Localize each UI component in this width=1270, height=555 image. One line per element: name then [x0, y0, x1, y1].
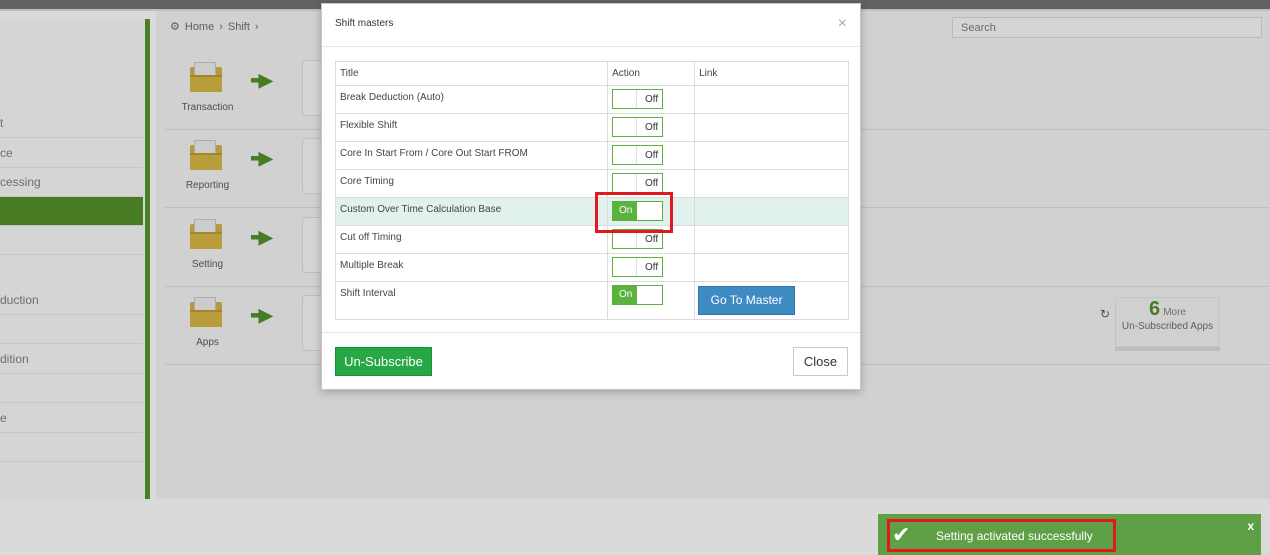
table-header-row: Title Action Link [336, 62, 848, 86]
row-link [694, 225, 848, 254]
toggle-switch[interactable]: Off [612, 256, 664, 277]
row-title: Custom Over Time Calculation Base [336, 197, 609, 226]
toggle-switch[interactable]: Off [612, 88, 664, 109]
toggle-state: Off [644, 177, 659, 189]
settings-table: Title Action Link Break Deduction (Auto)… [335, 61, 849, 320]
toggle-state: Off [644, 121, 659, 133]
row-link [694, 85, 848, 114]
highlight-box-toggle [595, 192, 673, 233]
table-row: Flexible Shift Off [336, 113, 848, 142]
row-title: Cut off Timing [336, 225, 609, 254]
table-row: Cut off Timing Off [336, 225, 848, 254]
close-icon[interactable]: × [838, 15, 847, 33]
go-to-master-button[interactable]: Go To Master [698, 285, 796, 315]
column-header-action: Action [607, 62, 696, 86]
modal-footer: Un-Subscribe Close [322, 332, 860, 390]
toggle-switch[interactable]: Off [612, 144, 664, 165]
toggle-switch[interactable]: Off [612, 116, 664, 137]
toggle-state: Off [644, 93, 659, 105]
toggle-state: Off [644, 233, 659, 245]
row-link [694, 197, 848, 226]
row-title: Shift Interval [336, 281, 609, 319]
row-link [694, 113, 848, 142]
table-row: Core In Start From / Core Out Start FROM… [336, 141, 848, 170]
close-button[interactable]: Close [793, 347, 848, 376]
table-row: Shift Interval On Go To Master [336, 281, 848, 319]
row-link [694, 141, 848, 170]
column-header-link: Link [694, 62, 848, 86]
unsubscribe-button[interactable]: Un-Subscribe [335, 347, 432, 376]
row-title: Flexible Shift [336, 113, 609, 142]
row-action: Off [607, 141, 696, 170]
table-row: Core Timing Off [336, 169, 848, 198]
row-action: Off [607, 113, 696, 142]
table-row: Multiple Break Off [336, 253, 848, 282]
column-header-title: Title [336, 62, 609, 86]
toast-close-icon[interactable]: x [1247, 519, 1254, 533]
modal-header: Shift masters × [322, 4, 860, 47]
table-row: Break Deduction (Auto) Off [336, 85, 848, 114]
row-link: Go To Master [694, 281, 848, 319]
row-link [694, 253, 848, 282]
row-action: On [607, 281, 696, 319]
row-title: Core In Start From / Core Out Start FROM [336, 141, 609, 170]
row-title: Multiple Break [336, 253, 609, 282]
row-title: Break Deduction (Auto) [336, 85, 609, 114]
row-action: Off [607, 85, 696, 114]
row-link [694, 169, 848, 198]
toggle-state: On [613, 285, 639, 304]
toggle-switch[interactable]: On [612, 284, 664, 305]
toggle-state: Off [644, 261, 659, 273]
row-title: Core Timing [336, 169, 609, 198]
modal-title: Shift masters [335, 18, 394, 29]
toggle-switch[interactable]: Off [612, 172, 664, 193]
toggle-state: Off [644, 149, 659, 161]
highlight-box-toast [887, 519, 1116, 552]
shift-masters-modal: Shift masters × Title Action Link Break … [321, 3, 861, 390]
row-action: Off [607, 253, 696, 282]
table-row-selected: Custom Over Time Calculation Base On [336, 197, 848, 226]
